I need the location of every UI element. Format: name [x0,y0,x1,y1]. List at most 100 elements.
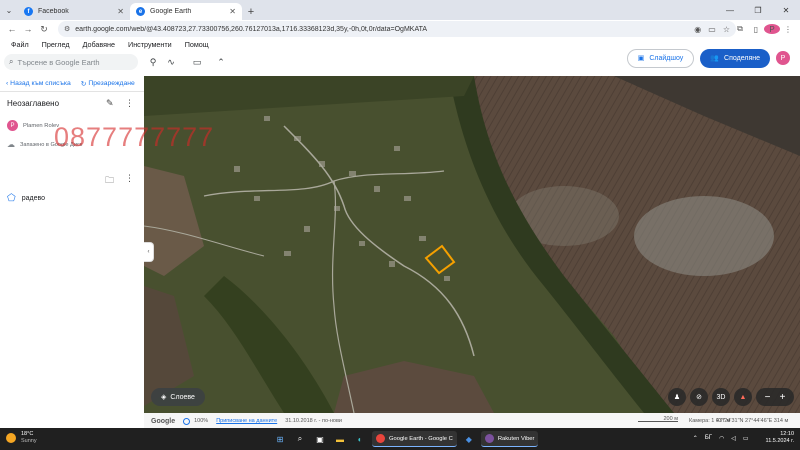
imagery-date: 31.10.2018 г. - по-нови [285,418,342,424]
owner-avatar: P [7,120,18,131]
compass-icon[interactable]: ▲ [734,388,752,406]
project-owner: P Plamen Rolev [7,120,59,131]
ruler-icon[interactable]: ▭ [190,54,204,70]
search-icon: ⌕ [9,57,14,66]
address-bar[interactable]: ⚙ earth.google.com/web/@43.408723,27.733… [58,21,736,37]
account-avatar[interactable]: P [776,51,790,65]
menu-tools[interactable]: Инструменти [128,40,172,54]
back-to-list-link[interactable]: Назад към списъка [10,80,71,87]
browser-menu-icon[interactable]: ⋮ [780,25,796,34]
scale-bar: 200 м [638,416,678,422]
temperature: 18°C [21,431,34,437]
location-icon[interactable]: ◉ [694,25,701,34]
side-panel-icon[interactable]: ▯ [748,25,764,34]
slideshow-button[interactable]: ▣ Слайдшоу [626,48,695,68]
tab-search-icon[interactable]: ⌄ [0,0,18,20]
taskbar-search-icon[interactable]: ⌕ [292,431,308,447]
project-more-icon[interactable]: ⋮ [125,98,134,109]
windows-taskbar: 18°C Sunny ⊞ ⌕ ▣ ▬ ◐ Google Earth - Goog… [0,428,800,450]
edit-pencil-icon[interactable]: ✎ [106,98,114,109]
attribution-link[interactable]: Приписване на данните [216,418,277,424]
search-input[interactable] [17,57,130,67]
windows-start-icon[interactable]: ⊞ [272,431,288,447]
feature-item-label: радево [21,195,45,202]
volume-icon[interactable]: ◁ [731,435,736,442]
task-view-icon[interactable]: ▣ [312,431,328,447]
tray-chevron-icon[interactable]: ⌃ [693,435,698,442]
map-controls: ♟ ⊘ 3D ▲ − + [668,388,794,406]
tab-google-earth[interactable]: e Google Earth ✕ [130,3,242,20]
clock-time: 12:10 [780,431,794,437]
cloud-icon: ☁ [7,140,15,149]
forward-arrow-icon[interactable]: → [20,21,36,37]
close-window-icon[interactable]: ✕ [772,0,800,20]
reset-view-icon[interactable]: ⊘ [690,388,708,406]
tab-title: Facebook [38,8,69,15]
chrome-icon [376,434,385,443]
weather-widget[interactable]: 18°C Sunny [6,431,37,445]
battery-icon[interactable]: ▭ [743,435,749,442]
url-text: earth.google.com/web/@43.408723,27.73300… [75,25,428,33]
language-indicator[interactable]: БГ [705,435,712,441]
layers-icon: ◈ [161,394,167,401]
system-tray: ⌃ БГ ◠ ◁ ▭ 12:10 11.5.2024 г. [686,431,794,445]
panel-header: ‹ Назад към списъка ↻ Презареждане [0,76,144,92]
map-status-bar: Google 100% Приписване на данните 31.10.… [144,413,800,429]
feature-item-radevo[interactable]: ⬠ радево [7,193,45,204]
back-arrow-icon[interactable]: ← [4,21,20,37]
zoom-out-button[interactable]: − [760,392,775,403]
tab-facebook[interactable]: f Facebook ✕ [18,3,130,20]
cursor-coordinates: 43°24'31"N 27°44'46"E 314 м [716,418,789,424]
loading-ring-icon [183,417,191,425]
people-icon: 👥 [710,55,720,62]
app-menubar: Файл Преглед Добавяне Инструменти Помощ [0,40,222,54]
menu-add[interactable]: Добавяне [83,40,116,54]
folder-more-icon[interactable]: ⋮ [125,173,134,184]
new-tab-button[interactable]: + [242,3,260,20]
restore-icon[interactable]: ❐ [744,0,772,20]
taskbar-app-chrome[interactable]: Google Earth - Google C [372,431,457,447]
project-title[interactable]: Неозаглавено [7,99,59,108]
collapse-up-icon[interactable]: ⌃ [214,54,228,70]
menu-view[interactable]: Преглед [42,40,70,54]
taskbar-app-viber[interactable]: Rakuten Viber [480,431,539,447]
street-view-icon[interactable]: ♟ [668,388,686,406]
wifi-icon[interactable]: ◠ [719,435,724,442]
bookmark-star-icon[interactable]: ☆ [723,25,730,34]
zoom-control: − + [756,388,794,406]
reload-small-icon[interactable]: ↻ [81,80,89,88]
taskbar-clock[interactable]: 12:10 11.5.2024 г. [759,431,794,445]
zoom-in-button[interactable]: + [775,392,790,403]
cast-icon[interactable]: ▭ [708,25,716,34]
toggle-3d-button[interactable]: 3D [712,388,730,406]
browser-tab-strip: ⌄ f Facebook ✕ e Google Earth ✕ + — ❐ ✕ [0,0,800,20]
taskbar-apps: ⊞ ⌕ ▣ ▬ ◐ Google Earth - Google C ◆ Raku… [272,431,542,447]
window-controls: — ❐ ✕ [716,0,800,20]
close-tab-icon[interactable]: ✕ [117,7,124,16]
path-icon[interactable]: ∿ [164,54,178,70]
pinned-app-icon[interactable]: ◆ [461,431,477,447]
share-button[interactable]: 👥 Споделяне [700,48,770,68]
weather-condition: Sunny [21,438,37,444]
clock-date: 11.5.2024 г. [765,438,794,444]
new-folder-icon[interactable]: 🗀 [105,173,114,189]
menu-help[interactable]: Помощ [185,40,209,54]
reload-icon[interactable]: ↻ [36,21,52,37]
header-actions: ▣ Слайдшоу 👥 Споделяне P [626,48,790,68]
layers-button[interactable]: ◈ Слоеве [151,388,205,406]
profile-avatar[interactable]: P [764,24,780,34]
collapse-panel-handle[interactable]: ‹ [144,242,154,262]
map-view[interactable] [144,76,800,413]
file-explorer-icon[interactable]: ▬ [332,431,348,447]
satellite-imagery [144,76,800,413]
site-info-icon[interactable]: ⚙ [64,25,70,33]
menu-file[interactable]: Файл [11,40,29,54]
placemark-icon[interactable]: ⚲ [146,54,160,70]
facebook-icon: f [24,7,33,16]
reload-link[interactable]: Презареждане [88,80,135,87]
extensions-icon[interactable]: ⧉ [732,24,748,34]
minimize-icon[interactable]: — [716,0,744,20]
edge-icon[interactable]: ◐ [352,431,368,447]
search-box[interactable]: ⌕ [4,54,138,70]
close-tab-icon[interactable]: ✕ [229,7,236,16]
